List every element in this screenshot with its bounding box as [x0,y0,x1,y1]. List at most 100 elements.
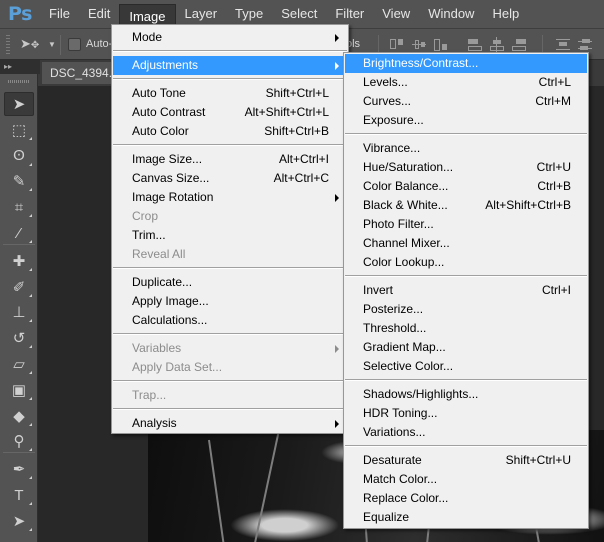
image-menu-item-auto-color[interactable]: Auto Color Shift+Ctrl+B [113,122,347,141]
tool-flyout-indicator-icon [29,136,32,140]
auto-select-checkbox[interactable] [68,38,81,51]
menu-item-label: Black & White... [363,198,448,212]
quick-selection-tool[interactable]: ✎ [4,169,34,193]
adjustments-item-shadows-highlights[interactable]: Shadows/Highlights... [345,385,587,404]
menu-item-label: Mode [132,30,163,44]
menu-help[interactable]: Help [483,0,528,28]
toolbox-grip[interactable] [8,80,30,83]
collapse-panel-button[interactable]: ▸▸ [0,60,40,74]
path-selection-tool[interactable]: ➤ [4,509,34,533]
adjustments-item-black-white[interactable]: Black & White... Alt+Shift+Ctrl+B [345,196,587,215]
align-top-icon[interactable] [390,37,404,53]
adjustments-item-exposure[interactable]: Exposure... [345,111,587,130]
image-menu-item-image-size[interactable]: Image Size... Alt+Ctrl+I [113,150,347,169]
document-tab[interactable]: DSC_4394.jp [42,62,122,84]
toolbox-divider [3,243,35,245]
align-vertical-center-icon[interactable] [412,37,426,53]
move-tool[interactable]: ➤ [4,92,34,116]
adjustments-item-variations[interactable]: Variations... [345,423,587,442]
adjustments-item-invert[interactable]: Invert Ctrl+I [345,281,587,300]
blur-tool[interactable]: ◆ [4,404,34,428]
menu-item-shortcut: Alt+Shift+Ctrl+L [244,105,329,119]
menu-window[interactable]: Window [419,0,483,28]
menu-file[interactable]: File [40,0,79,28]
eraser-tool[interactable]: ▱ [4,352,34,376]
adjustments-item-posterize[interactable]: Posterize... [345,300,587,319]
adjustments-item-hue-saturation[interactable]: Hue/Saturation... Ctrl+U [345,158,587,177]
distribute-vertical-center-icon[interactable] [578,37,592,53]
image-menu-item-auto-tone[interactable]: Auto Tone Shift+Ctrl+L [113,84,347,103]
adjustments-item-match-color[interactable]: Match Color... [345,470,587,489]
blur-tool-icon: ◆ [13,407,25,425]
adjustments-item-threshold[interactable]: Threshold... [345,319,587,338]
menu-separator [113,333,347,335]
adjustments-item-vibrance[interactable]: Vibrance... [345,139,587,158]
menu-item-label: Calculations... [132,313,208,327]
menu-item-label: Reveal All [132,247,186,261]
tool-flyout-indicator-icon [29,319,32,323]
adjustments-item-replace-color[interactable]: Replace Color... [345,489,587,508]
history-brush-tool[interactable]: ↺ [4,326,34,350]
adjustments-item-color-balance[interactable]: Color Balance... Ctrl+B [345,177,587,196]
adjustments-item-photo-filter[interactable]: Photo Filter... [345,215,587,234]
tool-flyout-indicator-icon [29,162,32,166]
adjustments-item-desaturate[interactable]: Desaturate Shift+Ctrl+U [345,451,587,470]
eyedropper-tool[interactable]: ⁄ [4,221,34,245]
image-menu-item-analysis[interactable]: Analysis [113,414,347,433]
menu-item-shortcut: Alt+Shift+Ctrl+B [485,198,571,212]
brush-tool[interactable]: ✐ [4,275,34,299]
eraser-tool-icon: ▱ [13,356,25,373]
menu-item-label: Exposure... [363,113,424,127]
dodge-tool-icon: ⚲ [13,433,25,451]
image-menu-item-adjustments[interactable]: Adjustments [113,56,347,75]
image-menu-item-image-rotation[interactable]: Image Rotation [113,188,347,207]
adjustments-item-equalize[interactable]: Equalize [345,508,587,527]
menu-item-label: Image Rotation [132,190,214,204]
submenu-arrow-icon [335,420,339,428]
tool-preset-dropdown-icon[interactable]: ▼ [48,40,56,49]
adjustments-item-curves[interactable]: Curves... Ctrl+M [345,92,587,111]
align-bottom-icon[interactable] [434,37,448,53]
gradient-tool[interactable]: ▣ [4,378,34,402]
marquee-tool[interactable]: ⬚ [4,118,34,142]
clone-stamp-tool[interactable]: ⊥ [4,300,34,324]
type-tool-icon: T [14,486,24,504]
image-menu-item-canvas-size[interactable]: Canvas Size... Alt+Ctrl+C [113,169,347,188]
menu-view[interactable]: View [373,0,419,28]
lasso-tool[interactable]: ʘ [4,144,34,168]
type-tool[interactable]: T [4,483,34,507]
adjustments-item-selective-color[interactable]: Selective Color... [345,357,587,376]
menu-item-label: Auto Color [132,124,189,138]
adjustments-item-levels[interactable]: Levels... Ctrl+L [345,73,587,92]
gradient-tool-icon: ▣ [11,381,27,399]
distribute-top-icon[interactable] [556,37,570,53]
image-menu-item-duplicate[interactable]: Duplicate... [113,273,347,292]
spot-healing-tool[interactable]: ✚ [4,249,34,273]
align-left-icon[interactable] [468,37,482,53]
align-right-icon[interactable] [512,37,526,53]
quick-selection-tool-icon: ✎ [12,173,26,191]
adjustments-item-gradient-map[interactable]: Gradient Map... [345,338,587,357]
options-bar-grip[interactable] [6,35,10,55]
adjustments-item-channel-mixer[interactable]: Channel Mixer... [345,234,587,253]
crop-tool[interactable]: ⌗ [4,195,34,219]
image-menu-item-auto-contrast[interactable]: Auto Contrast Alt+Shift+Ctrl+L [113,103,347,122]
menu-item-label: Hue/Saturation... [363,160,454,174]
align-horizontal-center-icon[interactable] [490,37,504,53]
image-menu-item-mode[interactable]: Mode [113,28,347,47]
menu-item-label: Equalize [363,510,410,524]
move-tool-icon[interactable]: ➤✥ [20,36,39,52]
pen-tool[interactable]: ✒ [4,457,34,481]
eyedropper-tool-icon: ⁄ [17,224,21,242]
submenu-arrow-icon [335,194,339,202]
image-menu-item-trim[interactable]: Trim... [113,226,347,245]
adjustments-item-hdr-toning[interactable]: HDR Toning... [345,404,587,423]
dodge-tool[interactable]: ⚲ [4,429,34,453]
tool-flyout-indicator-icon [29,267,32,271]
menu-item-label: Crop [132,209,159,223]
menu-item-label: Image Size... [132,152,203,166]
image-menu-item-apply-image[interactable]: Apply Image... [113,292,347,311]
adjustments-item-color-lookup[interactable]: Color Lookup... [345,253,587,272]
adjustments-item-brightness-contrast[interactable]: Brightness/Contrast... [345,54,587,73]
image-menu-item-calculations[interactable]: Calculations... [113,311,347,330]
